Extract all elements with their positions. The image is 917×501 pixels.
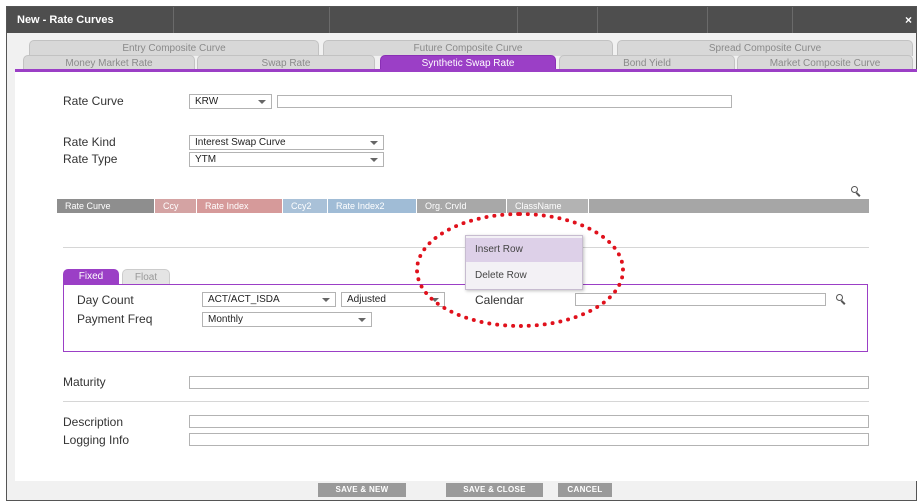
payment-freq-label: Payment Freq [77,312,153,326]
day-count-select[interactable]: ACT/ACT_ISDA [202,292,336,307]
save-close-button[interactable]: SAVE & CLOSE [446,483,543,497]
divider [63,401,869,402]
rate-curve-select[interactable]: KRW [189,94,272,109]
tab-row-top: Entry Composite Curve Future Composite C… [7,40,917,56]
search-icon[interactable] [836,294,847,305]
maturity-field[interactable] [189,376,869,389]
tab-entry-composite-curve[interactable]: Entry Composite Curve [29,40,319,56]
rate-curve-text-input[interactable] [277,95,732,108]
logging-info-field[interactable] [189,433,869,446]
window-title: New - Rate Curves [17,14,114,26]
rate-kind-select[interactable]: Interest Swap Curve [189,135,384,150]
description-field[interactable] [189,415,869,428]
cancel-button[interactable]: CANCEL [558,483,612,497]
maturity-label: Maturity [63,375,106,389]
column-org-crvid[interactable]: Org. CrvId [417,199,507,213]
chevron-down-icon [322,298,330,302]
save-new-button[interactable]: SAVE & NEW [318,483,406,497]
subtab-fixed[interactable]: Fixed [63,269,119,284]
logging-info-label: Logging Info [63,433,130,447]
chevron-down-icon [258,100,266,104]
payment-freq-select[interactable]: Monthly [202,312,372,327]
rate-kind-label: Rate Kind [63,135,116,149]
tab-spread-composite-curve[interactable]: Spread Composite Curve [617,40,913,56]
grid-header: Rate Curve Ccy Rate Index Ccy2 Rate Inde… [57,199,869,213]
column-ccy[interactable]: Ccy [155,199,197,213]
rate-type-select[interactable]: YTM [189,152,384,167]
day-count-label: Day Count [77,293,134,307]
chevron-down-icon [370,141,378,145]
rate-curve-label: Rate Curve [63,94,124,108]
column-classname[interactable]: ClassName [507,199,589,213]
column-rate-index2[interactable]: Rate Index2 [328,199,417,213]
rate-type-label: Rate Type [63,152,118,166]
tab-future-composite-curve[interactable]: Future Composite Curve [323,40,613,56]
column-ccy2[interactable]: Ccy2 [283,199,328,213]
column-rate-index[interactable]: Rate Index [197,199,283,213]
highlight-annotation [415,212,625,328]
chevron-down-icon [370,158,378,162]
chevron-down-icon [358,318,366,322]
title-bar[interactable]: New - Rate Curves × [7,7,916,33]
search-icon[interactable] [851,186,862,197]
close-icon[interactable]: × [905,13,912,27]
subtab-float[interactable]: Float [122,269,170,284]
description-label: Description [63,415,124,429]
column-rate-curve[interactable]: Rate Curve [57,199,155,213]
